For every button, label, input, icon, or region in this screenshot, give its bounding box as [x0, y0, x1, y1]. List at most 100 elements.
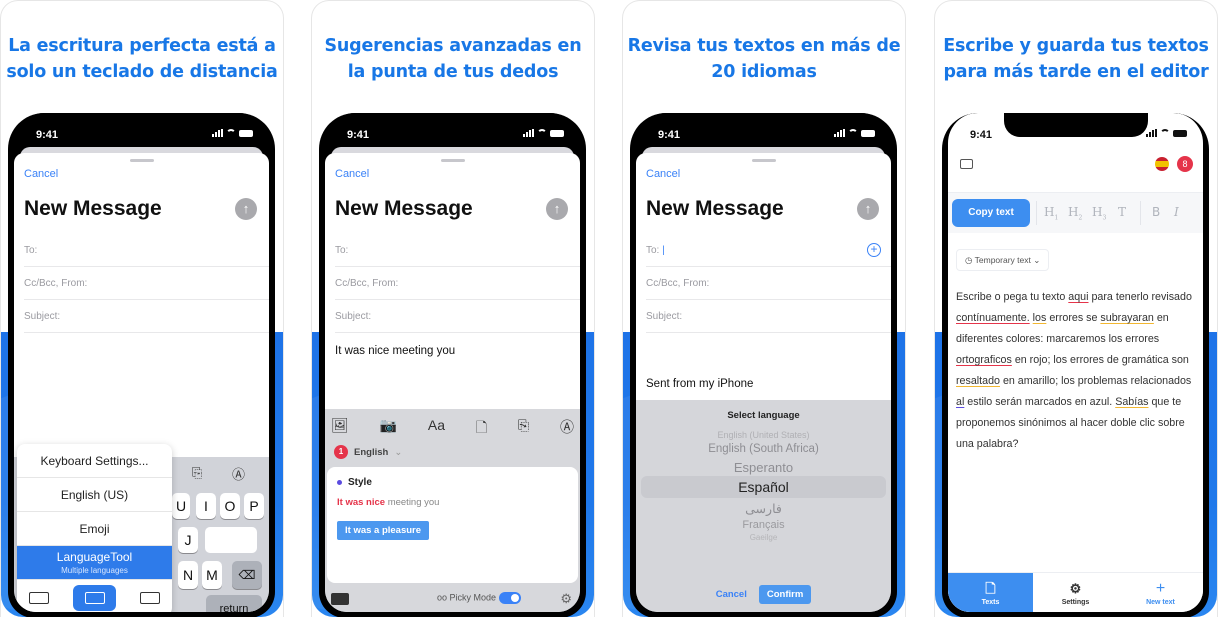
cancel-button[interactable]: Cancel	[646, 168, 680, 180]
heading1-button[interactable]: H1	[1044, 205, 1058, 221]
keyboard-left-icon[interactable]	[29, 592, 49, 604]
picker-confirm-button[interactable]: Confirm	[758, 585, 812, 604]
cc-bcc-field[interactable]: Cc/Bcc, From:	[646, 267, 891, 300]
bold-button[interactable]: B	[1152, 205, 1160, 219]
sheet-grabber[interactable]	[440, 159, 465, 162]
flagged-word[interactable]: Sabías	[1115, 396, 1148, 408]
phone-screen: 9:41 Cancel New Message ↑ To: | + Cc/Bcc,…	[636, 113, 891, 612]
message-body[interactable]: Sent from my iPhone	[646, 378, 753, 390]
key-o[interactable]: O	[220, 493, 240, 519]
suggestion-card: Style It was nice meeting you It was a p…	[327, 467, 578, 583]
send-button[interactable]: ↑	[857, 198, 879, 220]
picker-option[interactable]: English (United States)	[636, 430, 891, 440]
compose-title: New Message	[24, 197, 162, 220]
status-bar: 9:41	[14, 113, 269, 151]
scan-icon[interactable]: ⎘	[518, 417, 529, 441]
subject-field[interactable]: Subject:	[335, 300, 580, 333]
cc-bcc-field[interactable]: Cc/Bcc, From:	[335, 267, 580, 300]
flagged-word[interactable]: subrayaran	[1100, 312, 1153, 324]
key-u[interactable]: U	[172, 493, 190, 519]
flagged-word[interactable]: contínuamente.	[956, 312, 1030, 324]
picker-option[interactable]: Esperanto	[636, 460, 891, 475]
divider	[1140, 201, 1141, 225]
key-j[interactable]: J	[178, 527, 198, 553]
key-p[interactable]: P	[244, 493, 264, 519]
heading2-button[interactable]: H2	[1068, 205, 1082, 221]
phone-screen: 9:41 8 Copy text H1 H2 H3 T B I ◷ Tempor…	[948, 113, 1203, 612]
flagged-word[interactable]: los	[1033, 312, 1047, 324]
picker-option[interactable]: فارسی	[636, 501, 891, 516]
gear-icon[interactable]: ⚙	[560, 591, 572, 607]
document-icon[interactable]: 🗋	[476, 417, 487, 441]
subject-field[interactable]: Subject:	[24, 300, 269, 333]
flagged-word[interactable]: resaltado	[956, 375, 1000, 387]
sheet-grabber[interactable]	[751, 159, 776, 162]
plus-icon: +	[1155, 580, 1166, 597]
picker-option[interactable]: Gaeilge	[636, 533, 891, 542]
menu-item-languagetool[interactable]: LanguageTool Multiple languages	[17, 546, 172, 580]
text-format-icon[interactable]: Aa	[428, 417, 445, 441]
return-key[interactable]: return	[206, 595, 262, 612]
key-n[interactable]: N	[178, 561, 198, 589]
send-button[interactable]: ↑	[235, 198, 257, 220]
keyboard-full-button[interactable]	[73, 585, 116, 611]
to-field[interactable]: To:	[335, 234, 580, 267]
menu-item-emoji[interactable]: Emoji	[17, 512, 172, 546]
italic-button[interactable]: I	[1174, 205, 1179, 219]
markup-icon[interactable]: Ⓐ	[232, 464, 245, 483]
heading3-button[interactable]: H3	[1092, 205, 1106, 221]
scan-icon[interactable]: ⎘	[192, 465, 202, 481]
temporary-text-label: Temporary text	[974, 255, 1031, 265]
error-count-badge[interactable]: 8	[1177, 156, 1193, 172]
temporary-text-dropdown[interactable]: ◷ Temporary text ⌄	[956, 249, 1050, 271]
photo-library-icon[interactable]: 🖼	[331, 417, 349, 441]
key-preview	[205, 527, 257, 553]
wifi-icon	[1160, 129, 1170, 137]
delete-key[interactable]: ⌫	[232, 561, 262, 589]
editor-body: ◷ Temporary text ⌄ Escribe o pega tu tex…	[948, 233, 1203, 612]
editor-text[interactable]: Escribe o pega tu texto aqui para tenerl…	[956, 287, 1195, 455]
sheet-grabber[interactable]	[129, 159, 154, 162]
language-selector[interactable]: 1 English ⌄	[334, 445, 402, 459]
picker-option[interactable]: Français	[636, 519, 891, 531]
menu-item-english-us[interactable]: English (US)	[17, 478, 172, 512]
tab-new-text[interactable]: + New text	[1118, 573, 1203, 612]
tab-label: Texts	[981, 599, 1000, 606]
picker-option[interactable]: English (South Africa)	[636, 443, 891, 455]
flagged-word[interactable]: aqui	[1068, 291, 1088, 303]
flagged-word[interactable]: ortograficos	[956, 354, 1012, 366]
to-field[interactable]: To:	[24, 234, 269, 267]
tab-settings[interactable]: ⚙ Settings	[1033, 573, 1118, 612]
cc-bcc-field[interactable]: Cc/Bcc, From:	[24, 267, 269, 300]
phone-screen: 9:41 Cancel New Message ↑ To: Cc/Bcc, Fr…	[14, 113, 269, 612]
cancel-button[interactable]: Cancel	[24, 168, 58, 180]
camera-icon[interactable]: 📷	[380, 417, 397, 441]
picker-option-selected[interactable]: Español	[636, 479, 891, 495]
headline-line-2: la punta de tus dedos	[347, 62, 559, 82]
spanish-flag-icon[interactable]	[1155, 157, 1169, 171]
headline: Revisa tus textos en más de 20 idiomas	[623, 33, 905, 85]
add-contact-icon[interactable]: +	[867, 243, 881, 257]
text-segment: en amarillo; los problemas relacionados	[999, 375, 1192, 387]
tab-texts[interactable]: 🗋 Texts	[948, 573, 1033, 612]
keyboard-icon[interactable]	[331, 593, 349, 605]
send-button[interactable]: ↑	[546, 198, 568, 220]
picker-cancel-button[interactable]: Cancel	[716, 589, 747, 600]
document-icon: 🗋	[985, 581, 996, 596]
menu-item-keyboard-settings[interactable]: Keyboard Settings...	[17, 444, 172, 478]
picker-title: Select language	[727, 410, 800, 421]
to-field[interactable]: To: | +	[646, 234, 891, 267]
markup-icon[interactable]: Ⓐ	[560, 417, 574, 441]
keyboard-right-icon[interactable]	[140, 592, 160, 604]
status-bar: 9:41	[325, 113, 580, 151]
key-i[interactable]: I	[196, 493, 216, 519]
sidebar-toggle-icon[interactable]	[960, 159, 973, 169]
picky-mode-toggle[interactable]	[498, 592, 521, 604]
subject-field[interactable]: Subject:	[646, 300, 891, 333]
cancel-button[interactable]: Cancel	[335, 168, 369, 180]
replacement-button[interactable]: It was a pleasure	[337, 521, 430, 540]
message-body[interactable]: It was nice meeting you	[335, 345, 455, 357]
plain-text-button[interactable]: T	[1118, 205, 1126, 219]
key-m[interactable]: M	[202, 561, 222, 589]
copy-text-button[interactable]: Copy text	[952, 199, 1030, 227]
